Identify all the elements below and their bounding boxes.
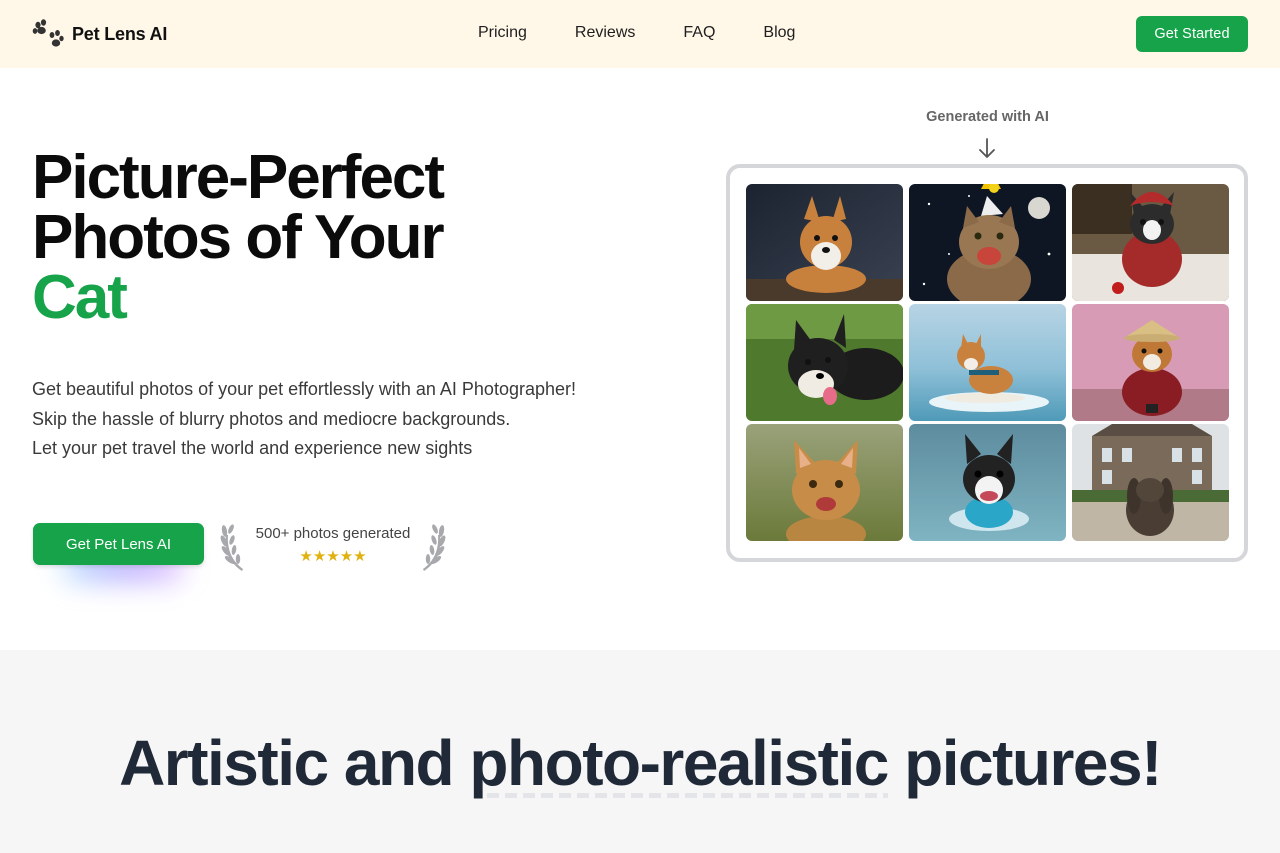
shiba-inu-grass-photo xyxy=(746,304,903,421)
section-title: Artistic and photo-realistic pictures! xyxy=(0,726,1280,800)
generated-with-ai-label: Generated with AI xyxy=(926,109,1049,125)
navbar: Pet Lens AI Pricing Reviews FAQ Blog Get… xyxy=(0,0,1280,68)
rating-stars: ★★★★★ xyxy=(299,548,367,565)
ginger-kitten-photo xyxy=(746,424,903,541)
gallery-grid xyxy=(746,184,1229,542)
section-title-highlight: photo-realistic xyxy=(469,727,889,799)
get-started-button[interactable]: Get Started xyxy=(1136,16,1248,52)
laurel-right-icon xyxy=(423,524,446,571)
brand-name: Pet Lens AI xyxy=(72,23,168,44)
boston-terrier-swimming-photo xyxy=(909,424,1066,541)
hero-subtitle-line: Skip the hassle of blurry photos and med… xyxy=(32,408,511,429)
rabbit-manor-photo xyxy=(1072,424,1229,541)
hero-title: Picture-Perfect Photos of Your Cat xyxy=(32,143,532,332)
corgi-photo xyxy=(746,184,903,301)
nav-link-reviews[interactable]: Reviews xyxy=(575,24,635,42)
corgi-surfing-photo xyxy=(909,304,1066,421)
corgi-kimono-cherry-blossom-photo xyxy=(1072,304,1229,421)
section-title-start: Artistic and xyxy=(119,727,470,799)
brand-logo-link[interactable]: Pet Lens AI xyxy=(31,17,167,51)
nav-link-faq[interactable]: FAQ xyxy=(683,24,715,42)
social-proof-badge: 500+ photos generated ★★★★★ xyxy=(220,517,446,575)
hero-title-line2: Photos of Your xyxy=(32,203,445,272)
features-section: Artistic and photo-realistic pictures! xyxy=(0,650,1280,853)
hero-cta-wrap: Get Pet Lens AI xyxy=(33,523,204,581)
get-pet-lens-button[interactable]: Get Pet Lens AI xyxy=(33,523,204,565)
boston-terrier-red-scarf-photo xyxy=(1072,184,1229,301)
nav-link-pricing[interactable]: Pricing xyxy=(478,24,527,42)
nav-link-blog[interactable]: Blog xyxy=(763,24,795,42)
paw-prints-icon xyxy=(32,19,64,47)
hero-subtitle: Get beautiful photos of your pet effortl… xyxy=(32,375,672,464)
hero-subtitle-line: Get beautiful photos of your pet effortl… xyxy=(32,379,576,399)
section-title-end: pictures! xyxy=(887,727,1162,799)
arrow-down-icon xyxy=(979,138,995,158)
hero-title-accent: Cat xyxy=(32,263,128,332)
hero-subtitle-line: Let your pet travel the world and experi… xyxy=(32,438,473,458)
ai-photo-gallery xyxy=(726,164,1248,562)
cat-party-hat-space-photo xyxy=(909,184,1066,301)
photos-generated-text: 500+ photos generated xyxy=(255,525,411,542)
nav-links: Pricing Reviews FAQ Blog xyxy=(478,24,795,42)
hero-title-line1: Picture-Perfect xyxy=(32,143,445,212)
